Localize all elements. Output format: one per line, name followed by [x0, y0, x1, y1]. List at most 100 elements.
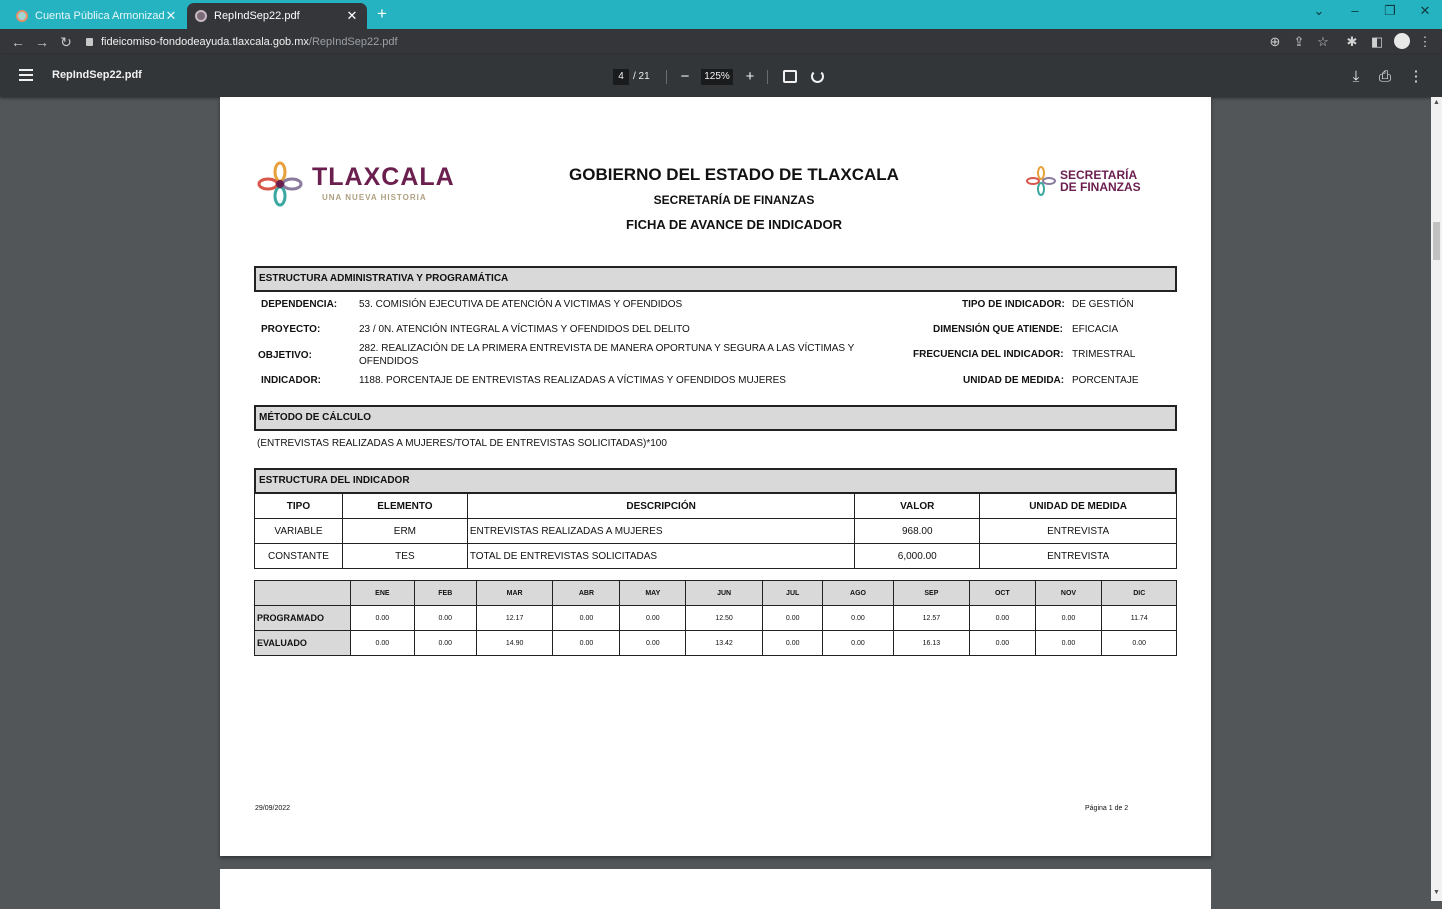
- table-cell: 0.00: [619, 605, 687, 631]
- navigation-bar: ← → ↻ fideicomiso-fondodeayuda.tlaxcala.…: [0, 29, 1442, 55]
- table-cell: 16.13: [892, 630, 971, 656]
- back-icon[interactable]: ←: [9, 33, 27, 51]
- close-tab-icon[interactable]: ✕: [164, 8, 178, 24]
- print-icon[interactable]: ⎙: [1377, 68, 1393, 86]
- tipo-indicador-label: TIPO DE INDICADOR:: [962, 299, 1065, 310]
- table-cell: 0.00: [413, 630, 477, 656]
- lock-icon: [86, 38, 93, 46]
- month-header-may: MAY: [619, 580, 687, 606]
- table-cell: 0.00: [1034, 630, 1103, 656]
- table-cell: 0.00: [413, 605, 477, 631]
- col-header-elemento: ELEMENTO: [341, 493, 468, 519]
- tab-title: Cuenta Pública Armonizada julio: [35, 10, 164, 22]
- reload-icon[interactable]: ↻: [57, 33, 75, 51]
- table-cell: 6,000.00: [854, 543, 981, 569]
- table-cell: 0.00: [761, 605, 824, 631]
- vertical-scrollbar[interactable]: ▲ ▼: [1431, 97, 1442, 901]
- profile-avatar[interactable]: [1394, 33, 1410, 49]
- side-panel-icon[interactable]: ◧: [1368, 33, 1386, 51]
- tab-search-icon[interactable]: ⌄: [1304, 3, 1334, 19]
- table-row: EVALUADO 0.00 0.00 14.90 0.00 0.00 13.42 0.00 0.…: [254, 630, 1177, 656]
- share-icon[interactable]: ⇪: [1290, 33, 1308, 51]
- table-cell: 0.00: [822, 630, 894, 656]
- blank-header-cell: [254, 580, 351, 606]
- zoom-icon[interactable]: ⊕: [1266, 33, 1284, 51]
- zoom-in-icon[interactable]: +: [742, 68, 758, 86]
- footer-date: 29/09/2022: [255, 805, 291, 812]
- proyecto-label: PROYECTO:: [261, 324, 321, 335]
- month-header-dic: DIC: [1101, 580, 1177, 606]
- forward-icon[interactable]: →: [33, 33, 51, 51]
- table-cell: 0.00: [350, 605, 415, 631]
- document-subheading: SECRETARÍA DE FINANZAS: [653, 193, 815, 207]
- url-path: /RepIndSep22.pdf: [308, 36, 398, 48]
- indicator-structure-table: TIPO ELEMENTO DESCRIPCIÓN VALOR UNIDAD D…: [254, 493, 1177, 569]
- secretaria-flower-logo-icon: [1026, 166, 1056, 196]
- col-header-tipo: TIPO: [254, 493, 343, 519]
- table-cell: ENTREVISTAS REALIZADAS A MUJERES: [466, 518, 856, 544]
- objetivo-value-line2: OFENDIDOS: [359, 356, 419, 367]
- table-cell: CONSTANTE: [254, 543, 343, 569]
- table-cell: 14.90: [475, 630, 554, 656]
- scroll-up-icon[interactable]: ▲: [1433, 99, 1440, 106]
- table-cell: 0.00: [1034, 605, 1103, 631]
- table-cell: 0.00: [822, 605, 894, 631]
- table-cell: TOTAL DE ENTREVISTAS SOLICITADAS: [466, 543, 856, 569]
- extensions-icon[interactable]: ✱: [1343, 33, 1361, 51]
- table-cell: VARIABLE: [254, 518, 343, 544]
- table-cell: 0.00: [552, 605, 621, 631]
- month-header-mar: MAR: [475, 580, 554, 606]
- tab-repindsep22[interactable]: RepIndSep22.pdf ✕: [187, 3, 367, 29]
- monthly-progress-table: ENE FEB MAR ABR MAY JUN JUL AGO SEP OCT NOV DIC PRO…: [254, 580, 1177, 656]
- page-number-input[interactable]: 4: [613, 69, 629, 85]
- table-cell: ENTREVISTA: [979, 543, 1177, 569]
- unidad-medida-value: PORCENTAJE: [1072, 375, 1139, 386]
- table-cell: 0.00: [1101, 630, 1177, 656]
- chrome-menu-icon[interactable]: ⋮: [1416, 33, 1434, 51]
- table-cell: 0.00: [619, 630, 687, 656]
- table-cell: 0.00: [969, 605, 1036, 631]
- tab-favicon-icon: [16, 10, 28, 22]
- pdf-toolbar: RepIndSep22.pdf 4 / 21 − 125% + ⤓ ⎙ ⋮: [0, 55, 1442, 97]
- table-row: CONSTANTE TES TOTAL DE ENTREVISTAS SOLIC…: [254, 543, 1177, 569]
- table-cell: ENTREVISTA: [979, 518, 1177, 544]
- table-header-row: TIPO ELEMENTO DESCRIPCIÓN VALOR UNIDAD D…: [254, 493, 1177, 519]
- table-row: VARIABLE ERM ENTREVISTAS REALIZADAS A MU…: [254, 518, 1177, 544]
- fit-page-icon[interactable]: [783, 70, 797, 83]
- pdf-page: TLAXCALA UNA NUEVA HISTORIA GOBIERNO DEL…: [220, 97, 1211, 856]
- zoom-out-icon[interactable]: −: [677, 68, 693, 86]
- close-window-button[interactable]: ✕: [1410, 3, 1440, 19]
- month-header-feb: FEB: [413, 580, 477, 606]
- zoom-level-input[interactable]: 125%: [701, 69, 733, 85]
- tab-title: RepIndSep22.pdf: [214, 10, 300, 22]
- tab-cuenta-publica[interactable]: Cuenta Pública Armonizada julio ✕: [8, 3, 186, 29]
- table-cell: 12.50: [685, 605, 763, 631]
- more-actions-icon[interactable]: ⋮: [1408, 68, 1424, 86]
- row-label: PROGRAMADO: [254, 605, 351, 631]
- month-header-jul: JUL: [761, 580, 824, 606]
- url-host: fideicomiso-fondodeayuda.tlaxcala.gob.mx: [101, 36, 309, 48]
- page-total: / 21: [633, 71, 650, 82]
- menu-icon[interactable]: [19, 69, 33, 81]
- toolbar-divider: [767, 70, 768, 84]
- address-bar[interactable]: fideicomiso-fondodeayuda.tlaxcala.gob.mx…: [86, 33, 1256, 51]
- close-tab-icon[interactable]: ✕: [345, 8, 359, 24]
- secretaria-wordmark: SECRETARÍA DE FINANZAS: [1060, 169, 1141, 193]
- table-cell: 12.17: [475, 605, 554, 631]
- new-tab-button[interactable]: +: [372, 4, 392, 24]
- frecuencia-value: TRIMESTRAL: [1072, 349, 1136, 360]
- dimension-value: EFICACIA: [1072, 324, 1119, 335]
- download-icon[interactable]: ⤓: [1348, 68, 1364, 86]
- rotate-icon[interactable]: [811, 70, 824, 83]
- frecuencia-label: FRECUENCIA DEL INDICADOR:: [913, 349, 1064, 360]
- table-cell: 0.00: [552, 630, 621, 656]
- table-cell: 11.74: [1101, 605, 1177, 631]
- scrollbar-thumb[interactable]: [1433, 222, 1440, 260]
- col-header-valor: VALOR: [854, 493, 981, 519]
- minimize-button[interactable]: –: [1340, 3, 1370, 18]
- objetivo-label: OBJETIVO:: [258, 350, 312, 361]
- objetivo-value-line1: 282. REALIZACIÓN DE LA PRIMERA ENTREVIST…: [359, 343, 855, 354]
- bookmark-star-icon[interactable]: ☆: [1314, 33, 1332, 51]
- scroll-down-icon[interactable]: ▼: [1433, 889, 1440, 896]
- restore-button[interactable]: ❐: [1375, 3, 1405, 19]
